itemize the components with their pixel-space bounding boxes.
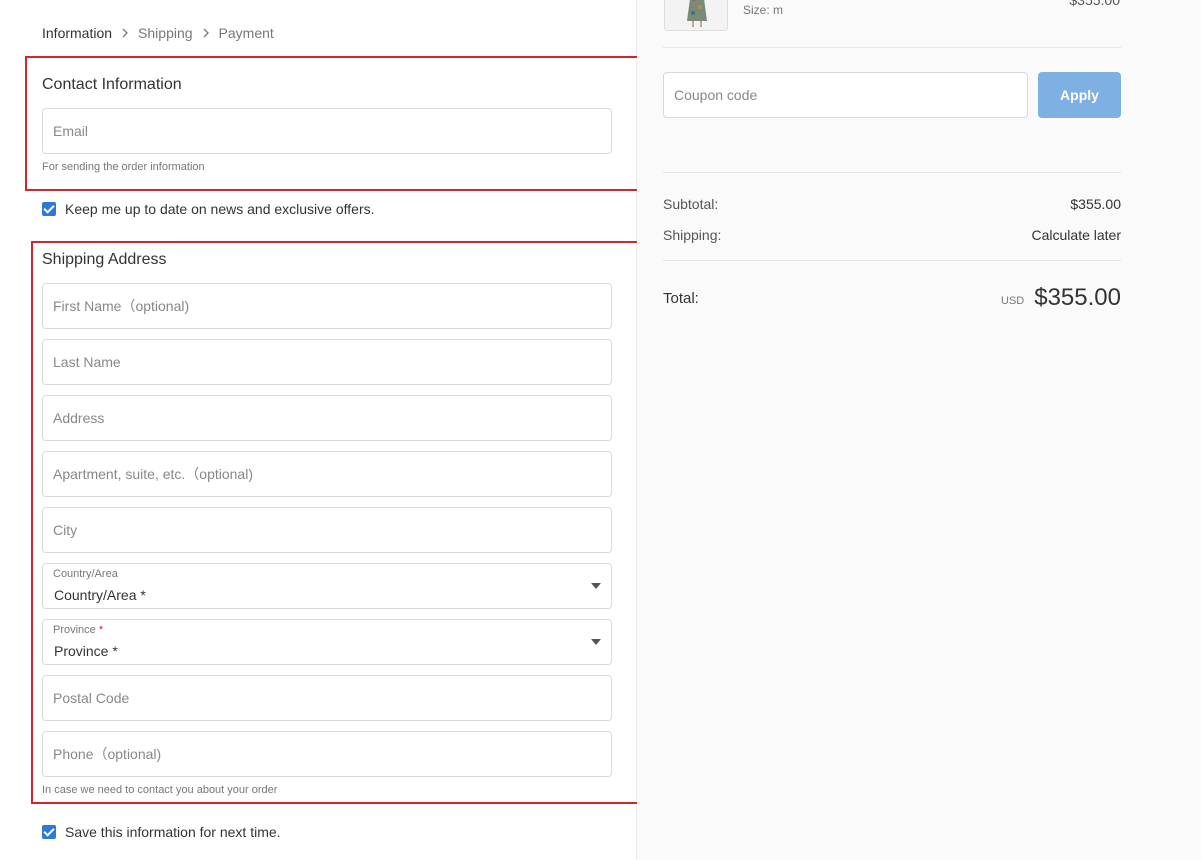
divider xyxy=(663,47,1121,48)
newsletter-checkbox[interactable] xyxy=(42,202,56,216)
chevron-down-icon xyxy=(591,583,601,589)
shipping-section-title: Shipping Address xyxy=(42,251,167,268)
apply-coupon-button[interactable]: Apply xyxy=(1038,72,1121,118)
phone-wrapper xyxy=(42,731,612,777)
chevron-down-icon xyxy=(591,639,601,645)
apartment-field[interactable] xyxy=(43,452,611,496)
shipping-row: Shipping: Calculate later xyxy=(663,227,1121,243)
coupon-field-wrapper xyxy=(663,72,1028,118)
email-helper-text: For sending the order information xyxy=(42,161,205,173)
product-thumbnail xyxy=(664,0,728,31)
postal-code-wrapper xyxy=(42,675,612,721)
province-select[interactable]: Province * Province * xyxy=(42,619,612,665)
email-field-wrapper xyxy=(42,108,612,154)
first-name-field[interactable] xyxy=(43,284,611,328)
total-label: Total: xyxy=(663,289,699,307)
currency-code: USD xyxy=(1001,295,1025,307)
last-name-field[interactable] xyxy=(43,340,611,384)
last-name-wrapper xyxy=(42,339,612,385)
newsletter-label: Keep me up to date on news and exclusive… xyxy=(65,201,375,217)
subtotal-label: Subtotal: xyxy=(663,196,719,212)
province-label-text: Province xyxy=(53,624,96,636)
product-size: Size: m xyxy=(743,3,784,17)
chevron-right-icon xyxy=(122,28,128,38)
phone-helper-text: In case we need to contact you about you… xyxy=(42,784,278,796)
city-field[interactable] xyxy=(43,508,611,552)
product-price: $355.00 xyxy=(1069,0,1120,8)
email-field[interactable] xyxy=(43,109,611,153)
city-wrapper xyxy=(42,507,612,553)
required-mark: * xyxy=(98,624,104,636)
address-field[interactable] xyxy=(43,396,611,440)
phone-field[interactable] xyxy=(43,732,611,776)
country-select-value: Country/Area * xyxy=(54,587,146,603)
shipping-value: Calculate later xyxy=(1031,227,1122,243)
apartment-wrapper xyxy=(42,451,612,497)
country-select[interactable]: Country/Area Country/Area * xyxy=(42,563,612,609)
subtotal-value: $355.00 xyxy=(1070,196,1121,212)
postal-code-field[interactable] xyxy=(43,676,611,720)
newsletter-checkbox-row[interactable]: Keep me up to date on news and exclusive… xyxy=(42,201,375,217)
divider xyxy=(663,172,1121,173)
subtotal-row: Subtotal: $355.00 xyxy=(663,196,1121,212)
province-select-value: Province * xyxy=(54,643,118,659)
total-row: Total: USD $355.00 xyxy=(663,284,1121,312)
breadcrumb-shipping[interactable]: Shipping xyxy=(138,25,193,41)
total-amount: USD $355.00 xyxy=(1001,284,1121,312)
total-value: $355.00 xyxy=(1034,284,1121,311)
country-select-label: Country/Area xyxy=(53,568,118,580)
checkout-form-panel: Information Shipping Payment Contact Inf… xyxy=(0,0,646,860)
coupon-input[interactable] xyxy=(664,73,1027,117)
breadcrumb-payment[interactable]: Payment xyxy=(219,25,274,41)
chevron-right-icon xyxy=(203,28,209,38)
province-select-label: Province * xyxy=(53,624,103,636)
first-name-wrapper xyxy=(42,283,612,329)
shipping-label: Shipping: xyxy=(663,227,722,243)
contact-section-title: Contact Information xyxy=(42,76,182,93)
breadcrumb-information[interactable]: Information xyxy=(42,25,112,41)
breadcrumb: Information Shipping Payment xyxy=(42,25,274,41)
address-wrapper xyxy=(42,395,612,441)
save-info-checkbox-row[interactable]: Save this information for next time. xyxy=(42,824,281,840)
save-info-checkbox[interactable] xyxy=(42,825,56,839)
save-info-label: Save this information for next time. xyxy=(65,824,281,840)
divider xyxy=(663,260,1121,261)
order-summary-panel: Size: m $355.00 Apply Subtotal: $355.00 … xyxy=(637,0,1201,860)
product-dress-image xyxy=(665,0,727,30)
